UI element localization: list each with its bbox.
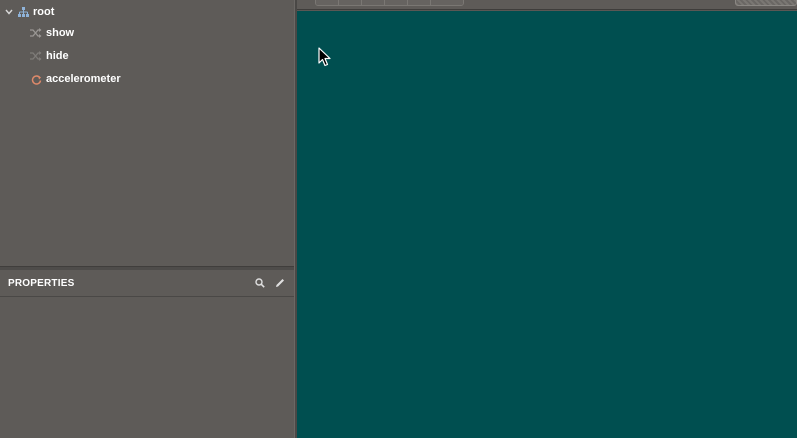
search-icon[interactable] (254, 277, 266, 289)
properties-body (0, 298, 294, 438)
top-toolbar (297, 0, 797, 10)
tree-item-label: show (46, 27, 75, 39)
tree-item-hide[interactable]: hide (30, 46, 69, 66)
toolbar-button[interactable] (362, 0, 385, 5)
tree-item-show[interactable]: show (30, 23, 74, 43)
tree-item-label: accelerometer (46, 73, 121, 85)
refresh-icon (30, 73, 42, 85)
scene-tree: root show hide accelerometer (0, 0, 294, 266)
toolbar-button[interactable] (408, 0, 431, 5)
hierarchy-icon (17, 6, 29, 18)
toolbar-button-group (315, 0, 464, 6)
properties-title: PROPERTIES (8, 277, 75, 289)
app-window: root show hide accelerometer PROPERTIES (0, 0, 797, 438)
scene-canvas[interactable] (297, 11, 797, 438)
tree-item-label: hide (46, 50, 69, 62)
properties-toolbar (254, 277, 286, 289)
toolbar-button[interactable] (339, 0, 362, 5)
left-panel: root show hide accelerometer PROPERTIES (0, 0, 294, 438)
toolbar-control[interactable] (735, 0, 797, 6)
toolbar-button[interactable] (385, 0, 408, 5)
toolbar-button[interactable] (431, 0, 463, 5)
editor-area (297, 0, 797, 438)
chevron-down-icon[interactable] (4, 7, 14, 17)
tree-item-accelerometer[interactable]: accelerometer (30, 69, 121, 89)
tree-item-label: root (33, 6, 55, 18)
shuffle-icon (30, 27, 42, 39)
properties-header: PROPERTIES (0, 270, 294, 297)
tree-item-root[interactable]: root (4, 2, 54, 22)
pencil-icon[interactable] (274, 277, 286, 289)
toolbar-button[interactable] (316, 0, 339, 5)
mouse-cursor-icon (318, 47, 331, 67)
shuffle-icon (30, 50, 42, 62)
